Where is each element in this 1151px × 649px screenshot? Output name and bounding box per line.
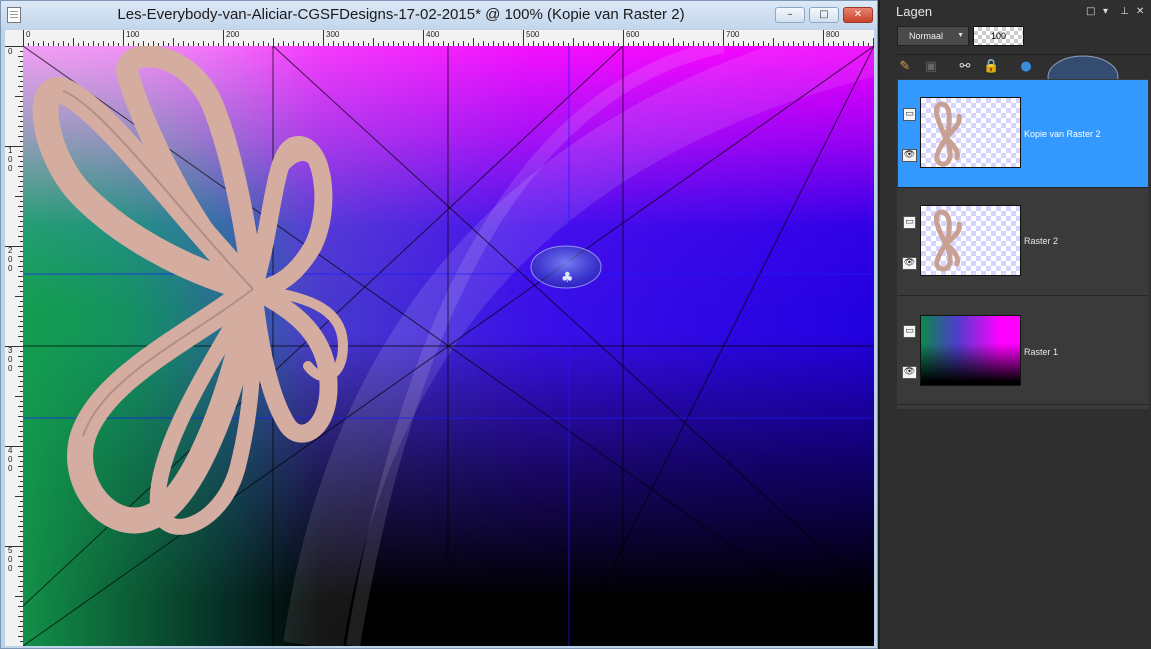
panel-title: Lagen xyxy=(896,4,933,19)
layers-panel: Lagen □ ▾ ⊥ ✕ Normaal ▼ 100 ✎ ▣ ⚯ 🔒 ● ♣ … xyxy=(880,0,1151,649)
layer-row-raster-2[interactable]: ▭ 👁 Raster 2 xyxy=(898,188,1148,296)
layer-thumbnail xyxy=(920,97,1021,168)
pin-icon[interactable]: ⊥ xyxy=(1120,6,1129,17)
horizontal-ruler-ticks xyxy=(23,30,874,46)
ruler-label: 200 xyxy=(226,30,240,39)
ruler-label: 800 xyxy=(826,30,840,39)
ribbon-butterfly xyxy=(32,46,349,535)
ruler-label: 500 xyxy=(8,546,13,573)
ruler-label: 400 xyxy=(426,30,440,39)
ribbon-thumbnail xyxy=(933,101,962,167)
layer-type-icon: ▭ xyxy=(903,108,916,121)
droplet-figure-icon: ♣ xyxy=(561,270,574,286)
maximize-button[interactable]: □ xyxy=(809,7,839,23)
layer-type-icon: ▭ xyxy=(903,216,916,229)
layer-name: Raster 1 xyxy=(1024,347,1059,357)
document-window: Les-Everybody-van-Aliciar-CGSFDesigns-17… xyxy=(0,0,878,649)
visibility-eye-icon[interactable]: 👁 xyxy=(902,257,917,270)
ruler-label: 100 xyxy=(8,146,13,173)
menu-arrow-icon[interactable]: ▾ xyxy=(1103,6,1108,17)
layer-type-icon: ▭ xyxy=(903,325,916,338)
layers-panel-empty-area xyxy=(897,409,1151,649)
blend-mode-value: Normaal xyxy=(909,31,944,41)
layer-thumbnail xyxy=(920,315,1021,386)
layer-row-raster-1[interactable]: ▭ 👁 Raster 1 xyxy=(898,297,1148,405)
ruler-label: 500 xyxy=(526,30,540,39)
ruler-label: 700 xyxy=(726,30,740,39)
image-canvas[interactable]: ♣ xyxy=(23,46,874,646)
link-icon[interactable]: ⚯ xyxy=(957,59,973,75)
ruler-label: 200 xyxy=(8,246,13,273)
ruler-label: 100 xyxy=(126,30,140,39)
document-title: Les-Everybody-van-Aliciar-CGSFDesigns-17… xyxy=(117,6,685,23)
close-panel-icon[interactable]: ✕ xyxy=(1136,6,1144,17)
lock-icon[interactable]: 🔒 xyxy=(983,59,999,75)
edit-mask-icon[interactable]: ✎ xyxy=(897,59,913,75)
layer-name: Raster 2 xyxy=(1024,236,1059,246)
visibility-eye-icon[interactable]: 👁 xyxy=(902,149,917,162)
layer-row-kopie-van-raster-2[interactable]: ▭ 👁 Kopie van Raster 2 xyxy=(898,80,1148,188)
restore-icon[interactable]: □ xyxy=(1086,6,1095,17)
vertical-ruler[interactable]: 0 100 200 300 400 500 xyxy=(5,46,24,646)
close-button[interactable]: ✕ xyxy=(843,7,873,23)
ruler-label: 600 xyxy=(626,30,640,39)
layer-list: ▭ 👁 Kopie van Raster 2 ▭ 👁 Raster 2 ▭ 👁 … xyxy=(897,79,1149,409)
opacity-field[interactable]: 100 xyxy=(973,26,1024,46)
horizontal-ruler[interactable]: 0 100 200 300 400 500 600 700 800 xyxy=(23,30,874,47)
canvas-artwork: ♣ xyxy=(23,46,874,646)
minimize-button[interactable]: – xyxy=(775,7,805,23)
layer-name: Kopie van Raster 2 xyxy=(1024,129,1101,139)
layer-color-icon[interactable]: ● xyxy=(1018,59,1034,75)
ribbon-thumbnail xyxy=(933,209,962,272)
ruler-label: 0 xyxy=(8,47,13,56)
ruler-label: 300 xyxy=(8,346,13,373)
blend-mode-select[interactable]: Normaal ▼ xyxy=(897,26,969,46)
layer-thumbnail xyxy=(920,205,1021,276)
ruler-label: 300 xyxy=(326,30,340,39)
ruler-corner xyxy=(5,30,23,46)
layer-style-icon[interactable]: ▣ xyxy=(923,59,939,75)
dropdown-arrow-icon: ▼ xyxy=(957,32,964,39)
visibility-eye-icon[interactable]: 👁 xyxy=(902,366,917,379)
ruler-label: 0 xyxy=(26,30,31,39)
ruler-label: 400 xyxy=(8,446,13,473)
document-titlebar[interactable]: Les-Everybody-van-Aliciar-CGSFDesigns-17… xyxy=(1,1,877,29)
